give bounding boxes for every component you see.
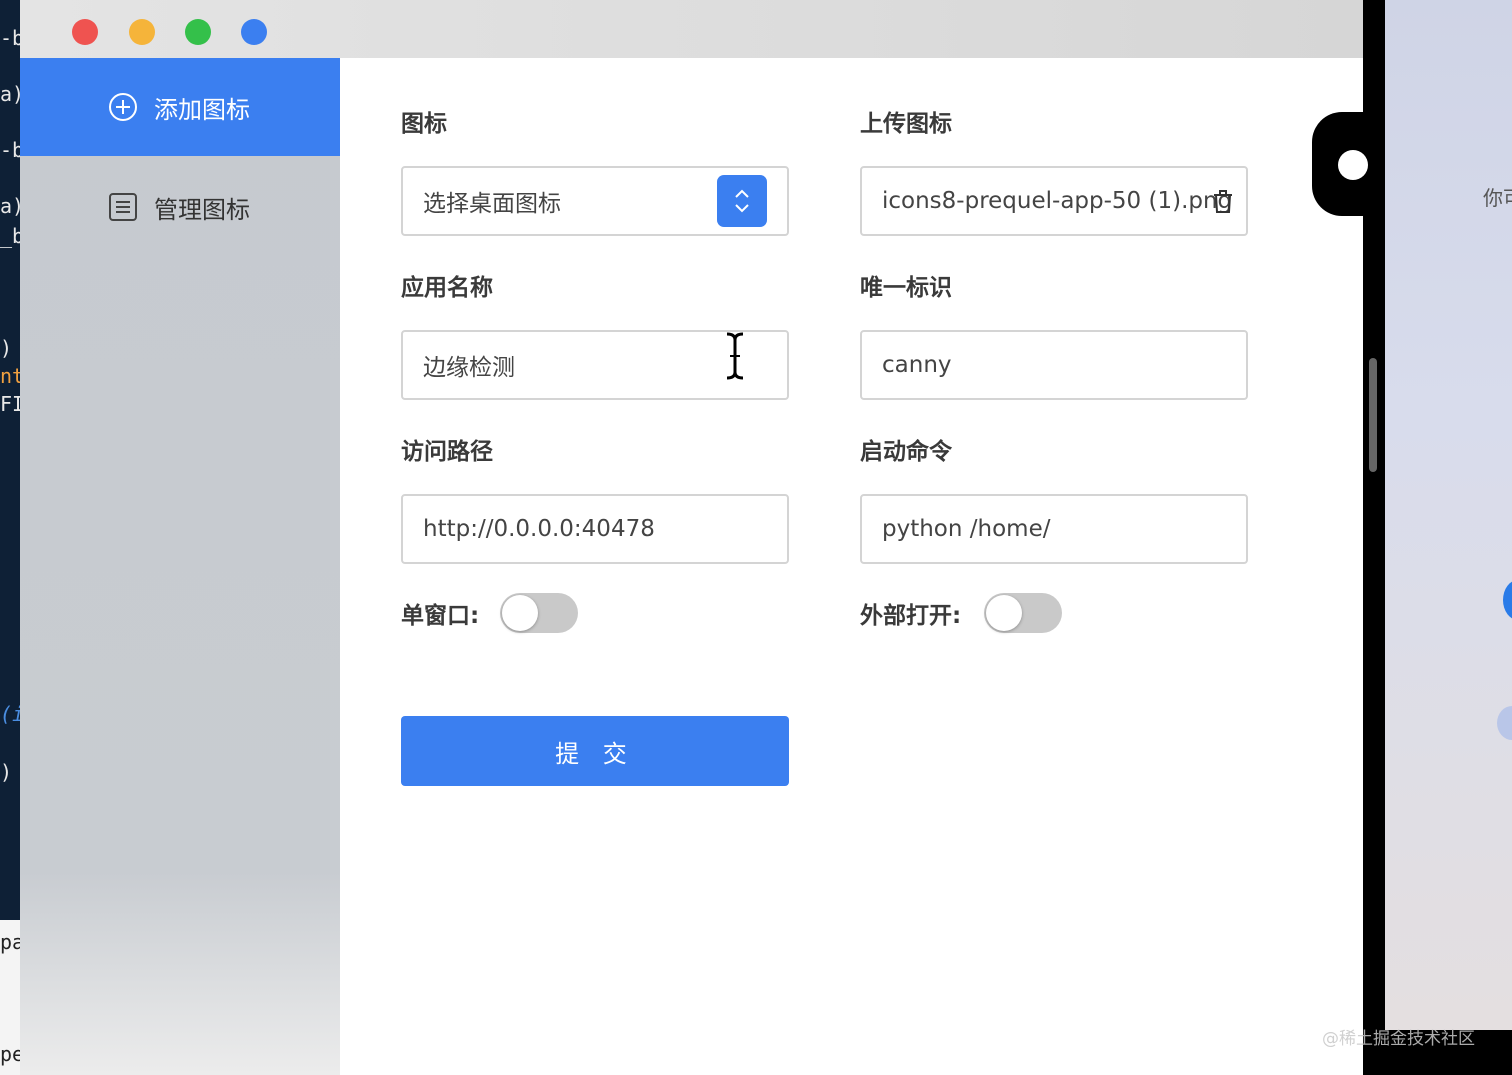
maximize-window-button[interactable]: [185, 19, 211, 45]
app-name-value: 边缘检测: [423, 355, 515, 381]
title-bar: [20, 0, 1363, 58]
floating-widget[interactable]: [1312, 112, 1372, 216]
code-line: -b]: [0, 138, 22, 162]
submit-button[interactable]: 提 交: [401, 716, 789, 786]
background-desktop: 你可: [1385, 0, 1512, 1030]
background-code-editor: -b] a)] -b] a)] _bg ) nt( FI (i ): [0, 0, 22, 920]
code-line: a)]: [0, 194, 22, 218]
external-open-toggle[interactable]: [984, 593, 1062, 633]
list-icon: [108, 192, 138, 222]
sidebar-item-manage-icons[interactable]: 管理图标: [20, 158, 340, 256]
code-line: pe: [0, 1042, 22, 1066]
upload-icon-field[interactable]: icons8-prequel-app-50 (1).png: [860, 166, 1248, 236]
close-window-button[interactable]: [72, 19, 98, 45]
code-line: pa: [0, 930, 22, 954]
background-blob: [1503, 580, 1512, 620]
icon-select[interactable]: 选择桌面图标: [401, 166, 789, 236]
extra-window-button[interactable]: [241, 19, 267, 45]
app-window: 添加图标 管理图标 图标 上传图标 选择桌面图标 icons8-prequel-…: [20, 0, 1363, 1075]
toggle-knob: [502, 595, 538, 631]
access-path-value: http://0.0.0.0:40478: [423, 516, 655, 542]
minimize-window-button[interactable]: [129, 19, 155, 45]
toggle-knob: [986, 595, 1022, 631]
external-open-label: 外部打开:: [860, 603, 962, 629]
code-line: _bg: [0, 224, 22, 248]
sidebar-item-add-icon[interactable]: 添加图标: [20, 58, 340, 156]
code-line: FI: [0, 392, 22, 416]
icon-label: 图标: [401, 111, 447, 137]
background-text: 你可: [1483, 186, 1512, 210]
chevron-updown-icon: [735, 189, 749, 213]
unique-id-input[interactable]: canny: [860, 330, 1248, 400]
unique-id-label: 唯一标识: [860, 275, 952, 301]
code-line: nt(: [0, 364, 22, 388]
start-command-input[interactable]: python /home/: [860, 494, 1248, 564]
sidebar-item-label: 添加图标: [154, 95, 250, 124]
code-line: (i: [0, 702, 22, 726]
sidebar-item-label: 管理图标: [154, 195, 250, 224]
trash-icon[interactable]: [1212, 190, 1234, 220]
code-line: -b]: [0, 26, 22, 50]
single-window-label: 单窗口:: [401, 603, 480, 629]
background-code-editor-light: pa pe: [0, 920, 22, 1075]
background-blob: [1497, 706, 1512, 740]
sidebar: 添加图标 管理图标: [20, 58, 340, 1075]
widget-dot: [1338, 150, 1368, 180]
code-line: a)]: [0, 82, 22, 106]
start-command-value: python /home/: [882, 516, 1051, 542]
select-toggle-button[interactable]: [717, 175, 767, 227]
plus-circle-icon: [108, 92, 138, 122]
scrollbar-thumb[interactable]: [1369, 358, 1377, 472]
single-window-toggle[interactable]: [500, 593, 578, 633]
app-name-label: 应用名称: [401, 275, 493, 301]
start-command-label: 启动命令: [860, 439, 952, 465]
code-line: ): [0, 336, 13, 360]
icon-select-value: 选择桌面图标: [423, 191, 561, 217]
uploaded-file-name: icons8-prequel-app-50 (1).png: [882, 188, 1233, 214]
text-cursor-icon: [726, 332, 744, 380]
watermark: @稀土掘金技术社区: [1322, 1029, 1475, 1049]
unique-id-value: canny: [882, 352, 952, 378]
code-line: ): [0, 760, 13, 784]
form-panel: 图标 上传图标 选择桌面图标 icons8-prequel-app-50 (1)…: [340, 58, 1363, 1075]
access-path-label: 访问路径: [401, 439, 493, 465]
upload-icon-label: 上传图标: [860, 111, 952, 137]
access-path-input[interactable]: http://0.0.0.0:40478: [401, 494, 789, 564]
